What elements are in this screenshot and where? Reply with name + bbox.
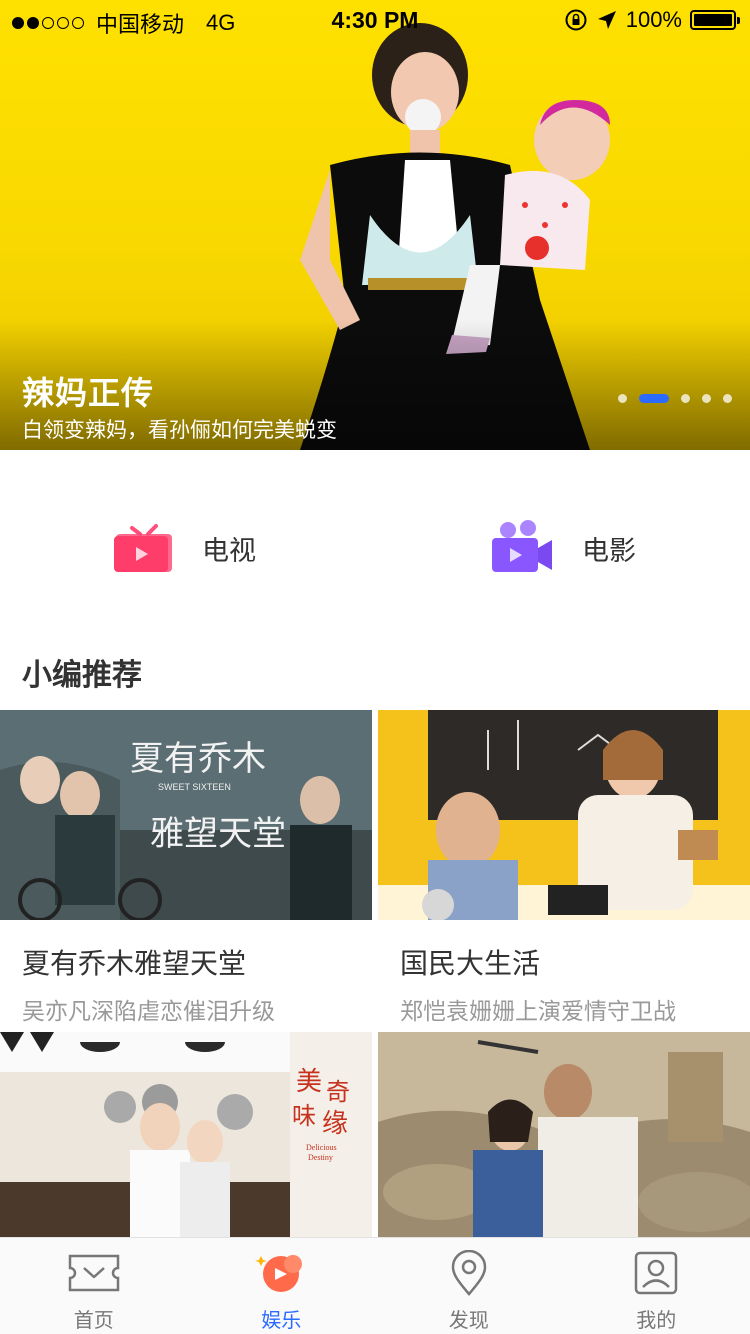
category-movie[interactable]: 电影	[490, 520, 636, 576]
category-tv-label: 电视	[202, 535, 256, 567]
category-movie-label: 电影	[582, 535, 636, 567]
tab-home-label: 首页	[73, 1308, 114, 1332]
category-row: 电视 电影	[0, 450, 750, 640]
battery-percentage: 100%	[625, 7, 682, 32]
tab-bar: 首页 娱乐 发现 我的	[0, 1237, 750, 1334]
svg-text:SWEET SIXTEEN: SWEET SIXTEEN	[158, 782, 231, 792]
tab-home[interactable]: 首页	[0, 1238, 188, 1334]
ticket-icon	[68, 1254, 119, 1292]
battery-icon	[690, 10, 740, 30]
recommend-card[interactable]: 美 奇 味 缘 Delicious Destiny	[0, 1032, 372, 1237]
carousel-dot-active[interactable]	[639, 394, 669, 403]
card-title: 国民大生活	[400, 947, 541, 980]
tv-icon	[114, 524, 172, 572]
svg-text:奇: 奇	[326, 1078, 350, 1106]
svg-text:Destiny: Destiny	[308, 1153, 333, 1162]
recommend-card[interactable]: 夏有乔木 雅望天堂 SWEET SIXTEEN 夏有乔木雅望天堂 吴亦凡深陷虐恋…	[0, 710, 372, 1026]
recommend-card[interactable]: 国民大生活 郑恺袁姗姗上演爱情守卫战	[378, 710, 750, 1026]
svg-text:味: 味	[292, 1102, 316, 1130]
tab-profile-label: 我的	[636, 1308, 677, 1332]
carousel-dot[interactable]	[723, 394, 732, 403]
svg-text:夏有乔木: 夏有乔木	[130, 739, 266, 779]
tab-discover[interactable]: 发现	[375, 1238, 563, 1334]
tab-profile[interactable]: 我的	[563, 1238, 750, 1334]
poster-image	[378, 1032, 750, 1237]
card-description: 郑恺袁姗姗上演爱情守卫战	[400, 999, 676, 1025]
category-tv[interactable]: 电视	[112, 520, 256, 576]
card-poster: 美 奇 味 缘 Delicious Destiny	[0, 1032, 372, 1237]
poster-image	[378, 710, 750, 920]
section-title: 小编推荐	[22, 658, 142, 693]
status-bar: 中国移动 4G 4:30 PM 100%	[0, 0, 750, 40]
poster-image: 美 奇 味 缘 Delicious Destiny	[0, 1032, 372, 1237]
movie-camera-icon	[492, 520, 552, 572]
svg-text:雅望天堂: 雅望天堂	[150, 814, 286, 854]
card-poster: 夏有乔木 雅望天堂 SWEET SIXTEEN	[0, 710, 372, 920]
hero-banner[interactable]: 辣妈正传 白领变辣妈，看孙俪如何完美蜕变	[0, 0, 750, 450]
profile-icon	[635, 1251, 678, 1295]
tab-discover-label: 发现	[448, 1308, 489, 1332]
svg-text:缘: 缘	[322, 1109, 348, 1139]
recommend-card[interactable]	[378, 1032, 750, 1237]
carousel-dot[interactable]	[681, 394, 690, 403]
carousel-indicator[interactable]	[618, 394, 732, 403]
card-poster	[378, 710, 750, 920]
card-title: 夏有乔木雅望天堂	[22, 947, 247, 980]
carousel-dot[interactable]	[618, 394, 627, 403]
svg-text:Delicious: Delicious	[306, 1143, 337, 1152]
orientation-lock-icon	[565, 9, 587, 31]
hero-title: 辣妈正传	[22, 374, 155, 412]
tab-entertainment-label: 娱乐	[261, 1308, 302, 1332]
carousel-dot[interactable]	[702, 394, 711, 403]
card-description: 吴亦凡深陷虐恋催泪升级	[22, 999, 275, 1025]
location-arrow-icon	[597, 11, 616, 29]
entertainment-icon	[255, 1255, 303, 1292]
svg-text:美: 美	[296, 1067, 322, 1097]
location-pin-icon	[451, 1250, 487, 1296]
hero-subtitle: 白领变辣妈，看孙俪如何完美蜕变	[22, 418, 337, 442]
card-poster	[378, 1032, 750, 1237]
tab-entertainment[interactable]: 娱乐	[188, 1238, 376, 1334]
poster-image: 夏有乔木 雅望天堂 SWEET SIXTEEN	[0, 710, 372, 920]
